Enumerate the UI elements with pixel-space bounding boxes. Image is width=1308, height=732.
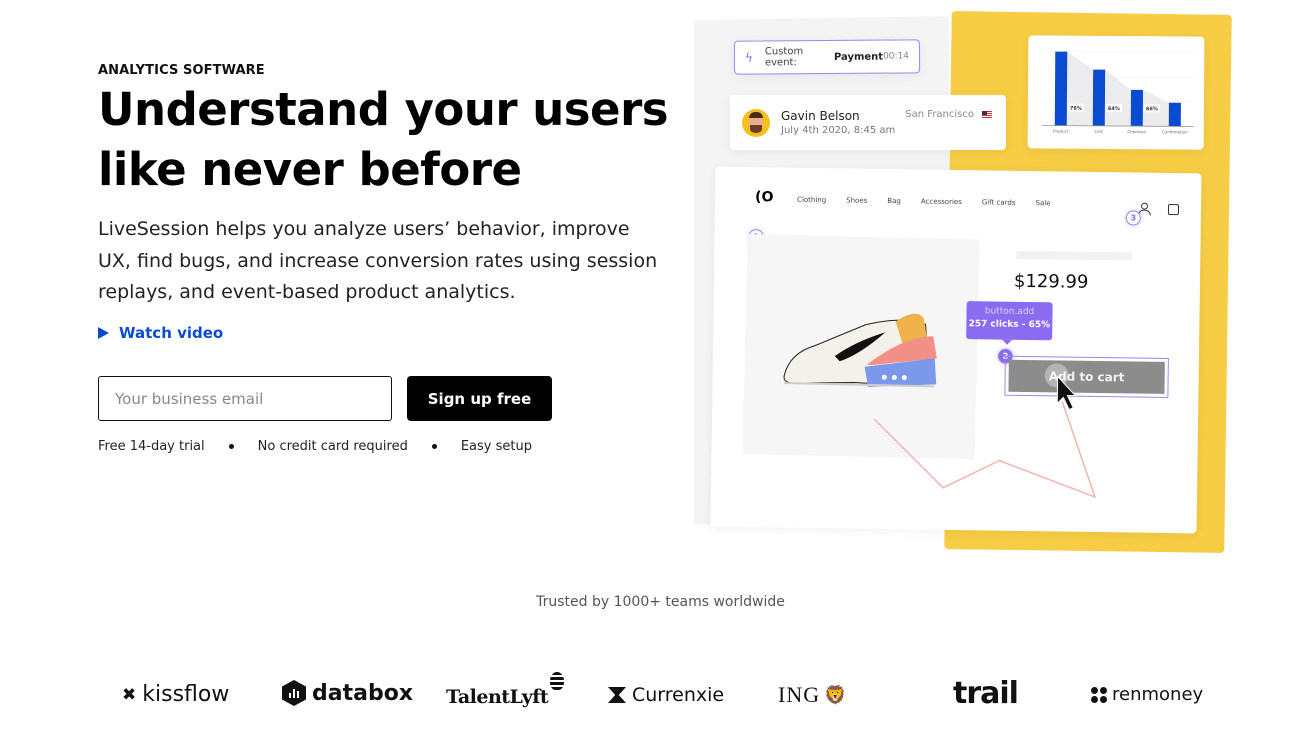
user-name: Gavin Belson	[781, 109, 860, 123]
conversion-label: 64%	[1108, 106, 1120, 112]
funnel-category-label: Confirmation	[1162, 129, 1188, 134]
play-icon	[98, 327, 109, 339]
conversion-label: 76%	[1070, 106, 1082, 112]
mouse-path	[873, 375, 1097, 499]
user-location-text: San Francisco	[905, 109, 974, 120]
funnel-shade	[1066, 51, 1169, 127]
user-date: July 4th 2020, 8:45 am	[781, 125, 896, 136]
trusted-title: Trusted by 1000+ teams worldwide	[536, 594, 785, 610]
perk-item: Free 14-day trial	[98, 439, 205, 454]
perk-item: Easy setup	[460, 439, 532, 454]
balloon-icon	[550, 672, 565, 690]
conversion-label: 66%	[1146, 106, 1158, 112]
headline-highlight: Understand	[98, 80, 390, 140]
headline-line1-rest: your users	[389, 83, 669, 136]
event-time: 00:14	[883, 51, 910, 62]
renmoney-mark-icon	[1091, 686, 1107, 703]
funnel-category-label: Product	[1053, 129, 1069, 134]
us-flag-icon	[982, 111, 992, 118]
shop-mockup: (O Clothing Shoes Bag Accessories Gift c…	[710, 166, 1202, 534]
databox-mark-icon	[282, 680, 306, 706]
lead-paragraph: LiveSession helps you analyze users’ beh…	[98, 218, 658, 303]
user-card: Gavin Belson July 4th 2020, 8:45 am San …	[730, 95, 1006, 150]
customer-logos: ✖ kissflow databox TalentLyft Currenxie …	[98, 668, 1218, 718]
funnel-bar	[1130, 89, 1144, 127]
logo-renmoney: renmoney	[1091, 684, 1203, 705]
funnel-category-label: Cart	[1094, 129, 1103, 134]
user-location: San Francisco	[905, 109, 992, 120]
event-name: Payment	[833, 51, 884, 63]
logo-text: databox	[312, 680, 414, 706]
mouse-path-line	[873, 401, 1097, 499]
signup-button[interactable]: Sign up free	[407, 376, 552, 421]
bullet-icon	[431, 444, 437, 449]
perks-list: Free 14-day trial No credit card require…	[98, 439, 532, 454]
headline-line2: like never before	[98, 143, 522, 196]
logo-talentlyft: TalentLyft	[446, 672, 565, 708]
avatar	[742, 108, 770, 137]
business-email-input[interactable]	[98, 376, 392, 421]
funnel-chart-card: Product Cart Checkout Confirmation 76% 64% 66%	[1027, 35, 1205, 150]
funnel-category-label: Checkout	[1127, 129, 1146, 134]
logo-ing: ING 🦁	[778, 682, 848, 708]
logo-text: Currenxie	[632, 684, 725, 706]
logo-text: trail	[953, 676, 1019, 711]
logo-text: renmoney	[1112, 684, 1204, 705]
event-label: Custom event:	[764, 46, 804, 69]
funnel-chart: Product Cart Checkout Confirmation 76% 64% 66%	[1041, 51, 1195, 135]
headline: Understand your users like never before	[98, 80, 669, 200]
logo-currenxie: Currenxie	[608, 684, 724, 706]
watch-video-label: Watch video	[119, 324, 224, 342]
bolt-icon: ϟ	[744, 50, 753, 65]
logo-text: kissflow	[142, 682, 230, 707]
logo-kissflow: ✖ kissflow	[122, 682, 229, 707]
eyebrow: ANALYTICS SOFTWARE	[98, 63, 265, 78]
logo-trail: trail	[953, 676, 1019, 711]
custom-event-card: ϟ Custom event: Payment 00:14	[733, 39, 921, 75]
watch-video-link[interactable]: Watch video	[98, 324, 223, 342]
logo-text: TalentLyft	[446, 686, 549, 708]
lion-icon: 🦁	[824, 684, 848, 705]
perk-item: No credit card required	[257, 439, 408, 454]
kissflow-mark-icon: ✖	[122, 684, 137, 705]
funnel-bar	[1092, 69, 1106, 126]
funnel-bar	[1054, 51, 1068, 126]
funnel-bar	[1168, 102, 1181, 127]
logo-text: ING	[778, 682, 821, 707]
logo-databox: databox	[282, 680, 413, 706]
cursor-icon	[1056, 375, 1077, 411]
currenxie-mark-icon	[608, 687, 626, 703]
bullet-icon	[228, 444, 234, 449]
